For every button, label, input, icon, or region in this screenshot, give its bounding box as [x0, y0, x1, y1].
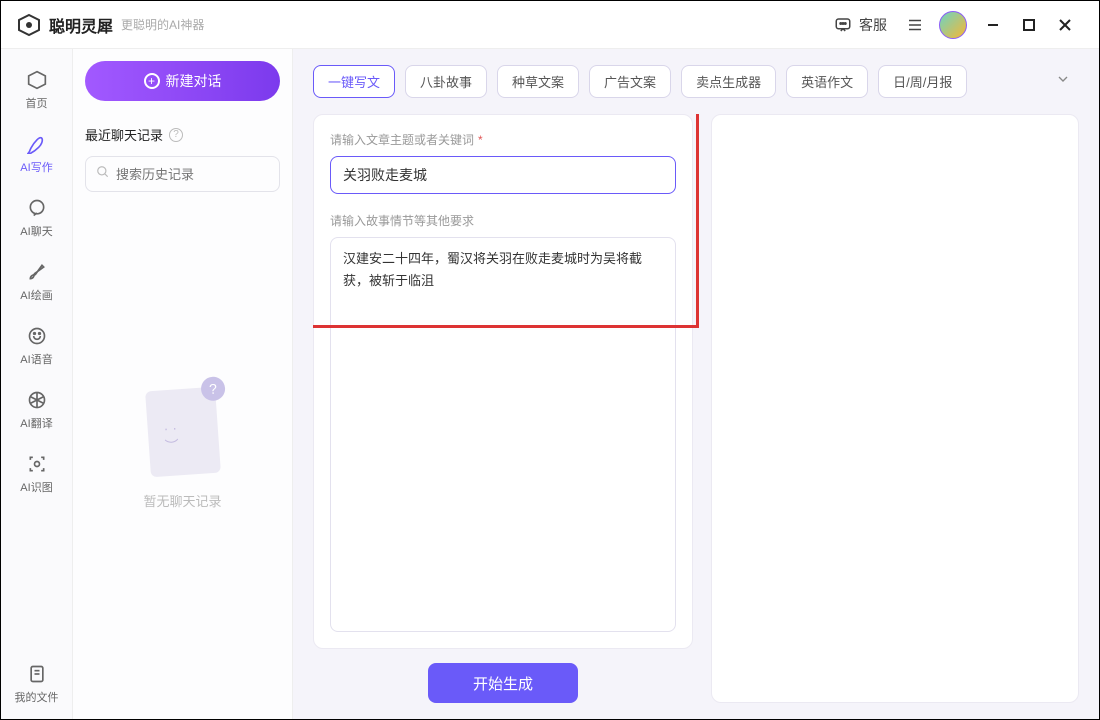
support-label: 客服 — [859, 15, 887, 35]
nav-item-chat[interactable]: AI聊天 — [7, 189, 67, 247]
close-button[interactable] — [1051, 11, 1079, 39]
template-tabs: 一键写文八卦故事种草文案广告文案卖点生成器英语作文日/周/月报 — [313, 65, 1079, 98]
new-chat-button[interactable]: + 新建对话 — [85, 61, 280, 101]
app-logo-icon — [17, 13, 41, 37]
nav-label: AI写作 — [20, 159, 52, 175]
template-tab[interactable]: 英语作文 — [786, 65, 868, 98]
template-tab[interactable]: 日/周/月报 — [878, 65, 967, 98]
nav-label: 首页 — [26, 95, 48, 111]
search-icon — [96, 165, 110, 184]
nav-label: AI聊天 — [20, 223, 52, 239]
home-icon — [26, 69, 48, 91]
menu-icon[interactable] — [905, 15, 925, 35]
nav-item-home[interactable]: 首页 — [7, 61, 67, 119]
titlebar: 聪明灵犀 更聪明的AI神器 客服 — [1, 1, 1099, 49]
help-icon[interactable]: ? — [169, 128, 183, 142]
main-area: 一键写文八卦故事种草文案广告文案卖点生成器英语作文日/周/月报 请输入文章主题或… — [293, 49, 1099, 719]
nav-label: AI识图 — [20, 479, 52, 495]
plus-icon: + — [144, 73, 160, 89]
minimize-button[interactable] — [979, 11, 1007, 39]
nav-item-scan[interactable]: AI识图 — [7, 445, 67, 503]
nav-label: AI翻译 — [20, 415, 52, 431]
topic-label: 请输入文章主题或者关键词* — [330, 131, 676, 148]
form-column: 请输入文章主题或者关键词* 请输入故事情节等其他要求 开始生成 — [313, 114, 693, 703]
file-icon — [26, 663, 48, 685]
details-label: 请输入故事情节等其他要求 — [330, 212, 676, 229]
template-tab[interactable]: 八卦故事 — [405, 65, 487, 98]
history-panel: + 新建对话 最近聊天记录 ? ? · ·︶ 暂无聊天记录 — [73, 49, 293, 719]
nav-label: AI绘画 — [20, 287, 52, 303]
new-chat-label: 新建对话 — [166, 71, 222, 91]
history-search[interactable] — [85, 156, 280, 192]
support-button[interactable]: 客服 — [819, 11, 895, 39]
chevron-down-icon — [1055, 71, 1071, 87]
nav-label: AI语音 — [20, 351, 52, 367]
app-name: 聪明灵犀 — [49, 13, 113, 37]
brush-icon — [26, 261, 48, 283]
nav-label: 我的文件 — [15, 689, 59, 705]
nav-item-my-files[interactable]: 我的文件 — [7, 655, 67, 713]
result-panel — [711, 114, 1079, 703]
template-tab[interactable]: 一键写文 — [313, 65, 395, 98]
details-textarea[interactable] — [330, 237, 676, 632]
generate-button[interactable]: 开始生成 — [428, 663, 578, 703]
voice-icon — [26, 325, 48, 347]
nav-item-brush[interactable]: AI绘画 — [7, 253, 67, 311]
maximize-button[interactable] — [1015, 11, 1043, 39]
history-empty: ? · ·︶ 暂无聊天记录 — [85, 192, 280, 707]
nav-item-voice[interactable]: AI语音 — [7, 317, 67, 375]
tabs-expand-button[interactable] — [1047, 67, 1079, 96]
history-search-input[interactable] — [116, 167, 292, 182]
history-heading: 最近聊天记录 ? — [85, 125, 280, 144]
app-subtitle: 更聪明的AI神器 — [121, 16, 204, 33]
side-nav: 首页 AI写作 AI聊天 AI绘画 AI语音 AI翻译 AI识图 我的文件 — [1, 49, 73, 719]
user-avatar[interactable] — [939, 11, 967, 39]
topic-input[interactable] — [330, 156, 676, 194]
nav-item-translate[interactable]: AI翻译 — [7, 381, 67, 439]
chat-icon — [26, 197, 48, 219]
template-tab[interactable]: 卖点生成器 — [681, 65, 776, 98]
chat-bubble-icon — [833, 15, 853, 35]
empty-note-icon: ? · ·︶ — [145, 387, 221, 478]
translate-icon — [26, 389, 48, 411]
form-card: 请输入文章主题或者关键词* 请输入故事情节等其他要求 — [313, 114, 693, 649]
template-tab[interactable]: 种草文案 — [497, 65, 579, 98]
scan-icon — [26, 453, 48, 475]
template-tab[interactable]: 广告文案 — [589, 65, 671, 98]
pen-icon — [26, 133, 48, 155]
nav-item-pen[interactable]: AI写作 — [7, 125, 67, 183]
